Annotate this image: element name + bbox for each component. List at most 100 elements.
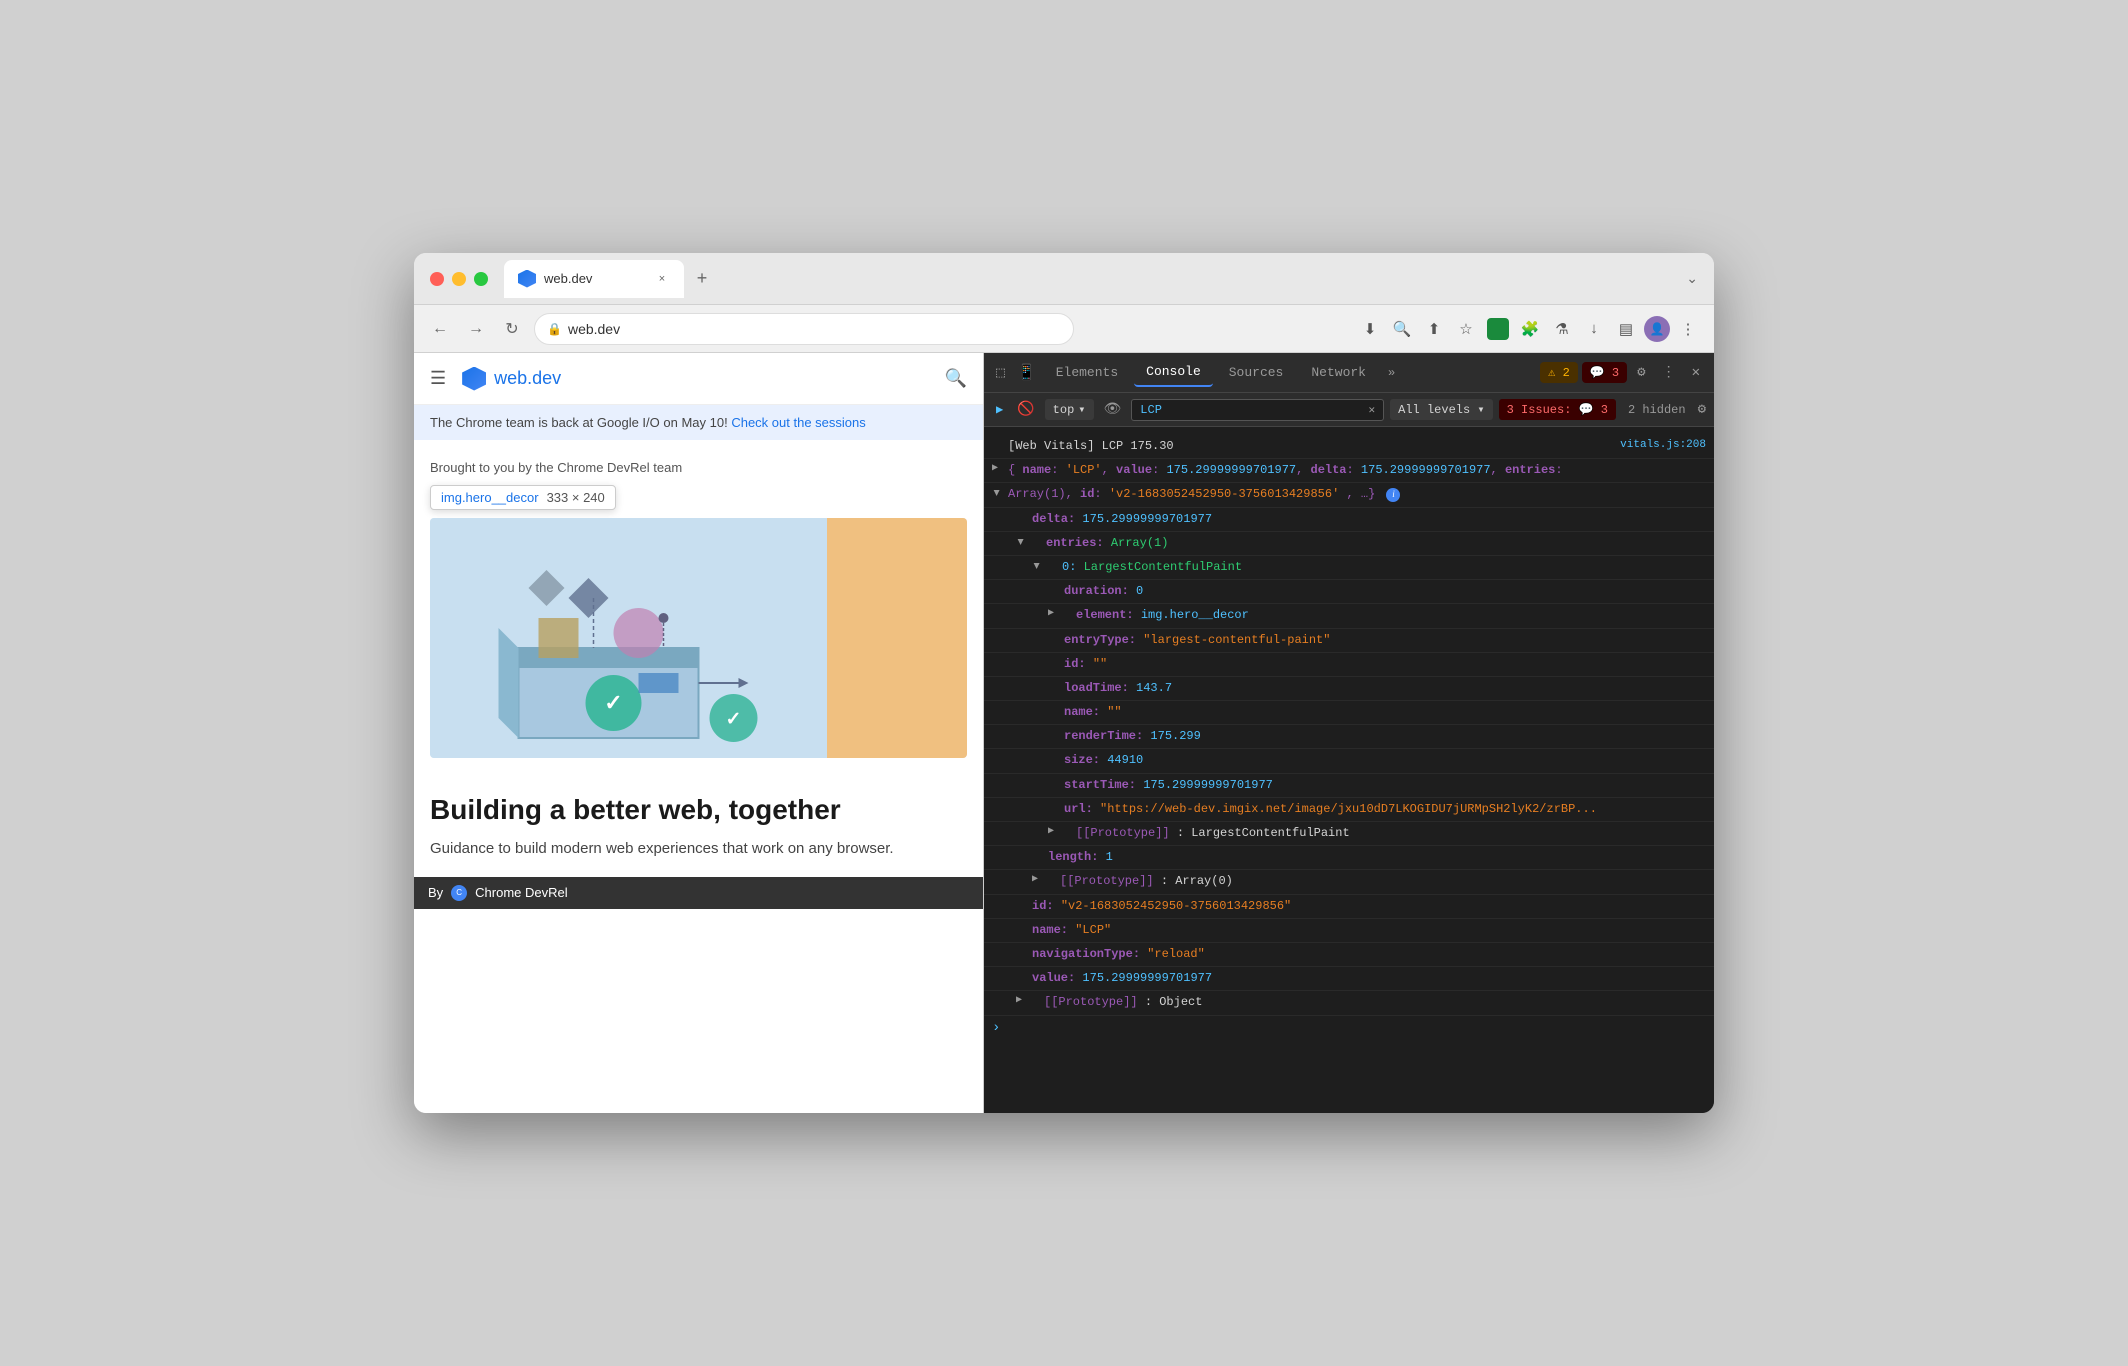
console-line-starttime: startTime: 175.29999999701977: [984, 774, 1714, 798]
webdev-logo-icon: [462, 367, 486, 391]
browser-window: web.dev × + ⌄ ← → ↻ 🔒 web.dev ⬇ 🔍 ⬆ ☆ 🧩 …: [414, 253, 1714, 1113]
console-line-id-empty: id: "": [984, 653, 1714, 677]
tab-close-button[interactable]: ×: [654, 271, 670, 287]
console-line-name-lcp: name: "LCP": [984, 919, 1714, 943]
console-eye-icon[interactable]: 👁: [1100, 397, 1126, 422]
expand-element-arrow[interactable]: ▶: [1048, 606, 1054, 622]
console-output: vitals.js:208 [Web Vitals] LCP 175.30 ▶ …: [984, 427, 1714, 1113]
active-tab[interactable]: web.dev ×: [504, 260, 684, 298]
devtools-console-toolbar: ▶ 🚫 top ▾ 👁 LCP ✕ All levels ▾ 3 Issues:…: [984, 393, 1714, 427]
close-window-button[interactable]: [430, 272, 444, 286]
console-ban-icon[interactable]: 🚫: [1013, 397, 1038, 422]
hero-image-container: ✓ ✓: [430, 518, 967, 758]
share-icon[interactable]: ⬆: [1420, 315, 1448, 343]
console-line-3: ▶ Array(1), id: 'v2-1683052452950-375601…: [984, 483, 1714, 507]
footer-bar: By C Chrome DevRel: [414, 877, 983, 909]
announcement-text: The Chrome team is back at Google I/O on…: [430, 415, 728, 430]
devtools-settings-button[interactable]: ⚙: [1631, 360, 1651, 385]
expand-arrow-3[interactable]: ▶: [987, 490, 1003, 496]
console-line-rendertime: renderTime: 175.299: [984, 725, 1714, 749]
console-line-value: value: 175.29999999701977: [984, 967, 1714, 991]
flask-icon[interactable]: ⚗: [1548, 315, 1576, 343]
console-line-entries: ▶ entries: Array(1): [984, 532, 1714, 556]
announcement-bar: The Chrome team is back at Google I/O on…: [414, 405, 983, 440]
devtools-more-tabs[interactable]: »: [1382, 362, 1401, 384]
profile-avatar[interactable]: 👤: [1644, 316, 1670, 342]
download-page-icon[interactable]: ⬇: [1356, 315, 1384, 343]
console-source-1[interactable]: vitals.js:208: [1620, 437, 1706, 455]
devtools-close-button[interactable]: ✕: [1686, 360, 1706, 385]
webdev-logo[interactable]: web.dev: [462, 367, 561, 391]
console-log-text-1: [Web Vitals] LCP 175.30: [1008, 439, 1174, 453]
new-tab-button[interactable]: +: [688, 265, 716, 293]
console-line-1: vitals.js:208 [Web Vitals] LCP 175.30: [984, 435, 1714, 459]
toolbar-icons: ⬇ 🔍 ⬆ ☆ 🧩 ⚗ ↓ ▤ 👤 ⋮: [1356, 315, 1702, 343]
info-icon-3[interactable]: i: [1386, 488, 1400, 502]
element-class-name: img.hero__decor: [441, 490, 539, 505]
devtools-tab-sources[interactable]: Sources: [1217, 359, 1296, 386]
devtools-device-icon[interactable]: 📱: [1013, 359, 1040, 386]
announcement-link[interactable]: Check out the sessions: [731, 415, 865, 430]
console-line-navtype: navigationType: "reload": [984, 943, 1714, 967]
console-line-lcp-entry: ▶ 0: LargestContentfulPaint: [984, 556, 1714, 580]
more-options-icon[interactable]: ⋮: [1674, 315, 1702, 343]
console-settings-icon[interactable]: ⚙: [1698, 401, 1706, 418]
console-filter-input[interactable]: LCP ✕: [1131, 399, 1384, 421]
hero-image-left: ✓ ✓: [430, 518, 827, 758]
filter-clear-button[interactable]: ✕: [1369, 403, 1376, 417]
svg-text:✓: ✓: [726, 709, 742, 730]
sidebar-icon[interactable]: ▤: [1612, 315, 1640, 343]
hero-section: Brought to you by the Chrome DevRel team…: [414, 440, 983, 778]
context-selector[interactable]: top ▾: [1045, 399, 1094, 420]
green-extension-icon[interactable]: [1484, 315, 1512, 343]
devtools-tab-network[interactable]: Network: [1299, 359, 1378, 386]
console-line-entrytype: entryType: "largest-contentful-paint": [984, 629, 1714, 653]
extensions-icon[interactable]: 🧩: [1516, 315, 1544, 343]
devtools-tab-elements[interactable]: Elements: [1044, 359, 1130, 386]
console-line-loadtime: loadTime: 143.7: [984, 677, 1714, 701]
console-line-proto-array: ▶ [[Prototype]] : Array(0): [984, 870, 1714, 894]
expand-arrow-2[interactable]: ▶: [992, 461, 998, 477]
devtools-inspect-icon[interactable]: ⬚: [992, 359, 1009, 386]
main-content: ☰ web.dev 🔍 The Chrome team is back at G…: [414, 353, 1714, 1113]
webpage-panel: ☰ web.dev 🔍 The Chrome team is back at G…: [414, 353, 984, 1113]
hidden-count-badge: 2 hidden: [1622, 400, 1692, 420]
console-line-url: url: "https://web-dev.imgix.net/image/jx…: [984, 798, 1714, 822]
maximize-window-button[interactable]: [474, 272, 488, 286]
console-line-length: length: 1: [984, 846, 1714, 870]
element-dimensions: 333 × 240: [547, 490, 605, 505]
console-prompt: ›: [984, 1016, 1714, 1040]
console-line-duration: duration: 0: [984, 580, 1714, 604]
devtools-warning-badge[interactable]: ⚠ 2: [1540, 362, 1578, 383]
back-button[interactable]: ←: [426, 315, 454, 343]
window-dropdown-button[interactable]: ⌄: [1686, 270, 1698, 287]
bookmark-icon[interactable]: ☆: [1452, 315, 1480, 343]
footer-by-text: By: [428, 885, 443, 900]
hamburger-menu-icon[interactable]: ☰: [430, 368, 446, 389]
zoom-icon[interactable]: 🔍: [1388, 315, 1416, 343]
address-bar: ← → ↻ 🔒 web.dev ⬇ 🔍 ⬆ ☆ 🧩 ⚗ ↓ ▤ 👤 ⋮: [414, 305, 1714, 353]
address-input[interactable]: 🔒 web.dev: [534, 313, 1074, 345]
minimize-window-button[interactable]: [452, 272, 466, 286]
lock-icon: 🔒: [547, 322, 562, 336]
console-execute-button[interactable]: ▶: [992, 398, 1007, 421]
reload-button[interactable]: ↻: [498, 315, 526, 343]
webpage-nav: ☰ web.dev 🔍: [414, 353, 983, 405]
console-line-proto-lcp: ▶ [[Prototype]] : LargestContentfulPaint: [984, 822, 1714, 846]
devtools-tab-console[interactable]: Console: [1134, 358, 1213, 387]
webpage-search-icon[interactable]: 🔍: [945, 368, 967, 389]
expand-entries-arrow[interactable]: ▶: [1011, 539, 1027, 545]
cast-icon[interactable]: ↓: [1580, 315, 1608, 343]
devtools-error-badge[interactable]: 💬 3: [1582, 362, 1627, 383]
expand-proto-obj-arrow[interactable]: ▶: [1016, 993, 1022, 1009]
console-issues-badge[interactable]: 3 Issues: 💬 3: [1499, 399, 1616, 420]
tab-title: web.dev: [544, 271, 646, 286]
forward-button[interactable]: →: [462, 315, 490, 343]
log-levels-selector[interactable]: All levels ▾: [1390, 399, 1492, 420]
devtools-more-button[interactable]: ⋮: [1656, 360, 1682, 385]
console-line-proto-obj: ▶ [[Prototype]] : Object: [984, 991, 1714, 1015]
traffic-lights: [430, 272, 488, 286]
expand-proto-lcp-arrow[interactable]: ▶: [1048, 824, 1054, 840]
expand-lcp-arrow[interactable]: ▶: [1027, 563, 1043, 569]
expand-proto-array-arrow[interactable]: ▶: [1032, 872, 1038, 888]
